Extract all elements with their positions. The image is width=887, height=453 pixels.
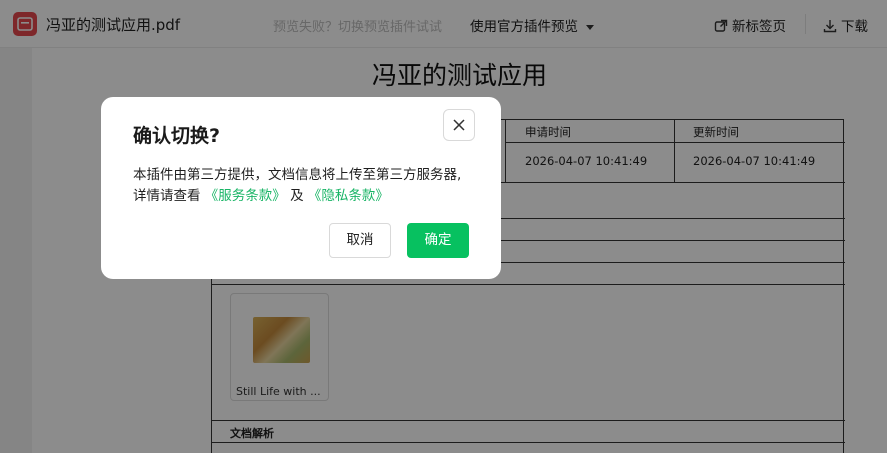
confirm-switch-dialog: 确认切换? 本插件由第三方提供，文档信息将上传至第三方服务器,详情请查看 《服务… bbox=[101, 97, 501, 279]
cancel-button[interactable]: 取消 bbox=[329, 223, 391, 258]
privacy-policy-link[interactable]: 《隐私条款》 bbox=[308, 188, 389, 204]
close-icon bbox=[453, 119, 465, 131]
close-button[interactable] bbox=[443, 109, 475, 141]
confirm-button[interactable]: 确定 bbox=[407, 223, 469, 258]
dialog-title: 确认切换? bbox=[133, 125, 221, 147]
dialog-message: 本插件由第三方提供，文档信息将上传至第三方服务器,详情请查看 《服务条款》 及 … bbox=[133, 165, 468, 207]
terms-of-service-link[interactable]: 《服务条款》 bbox=[205, 188, 286, 204]
dialog-conjunction: 及 bbox=[290, 188, 304, 204]
